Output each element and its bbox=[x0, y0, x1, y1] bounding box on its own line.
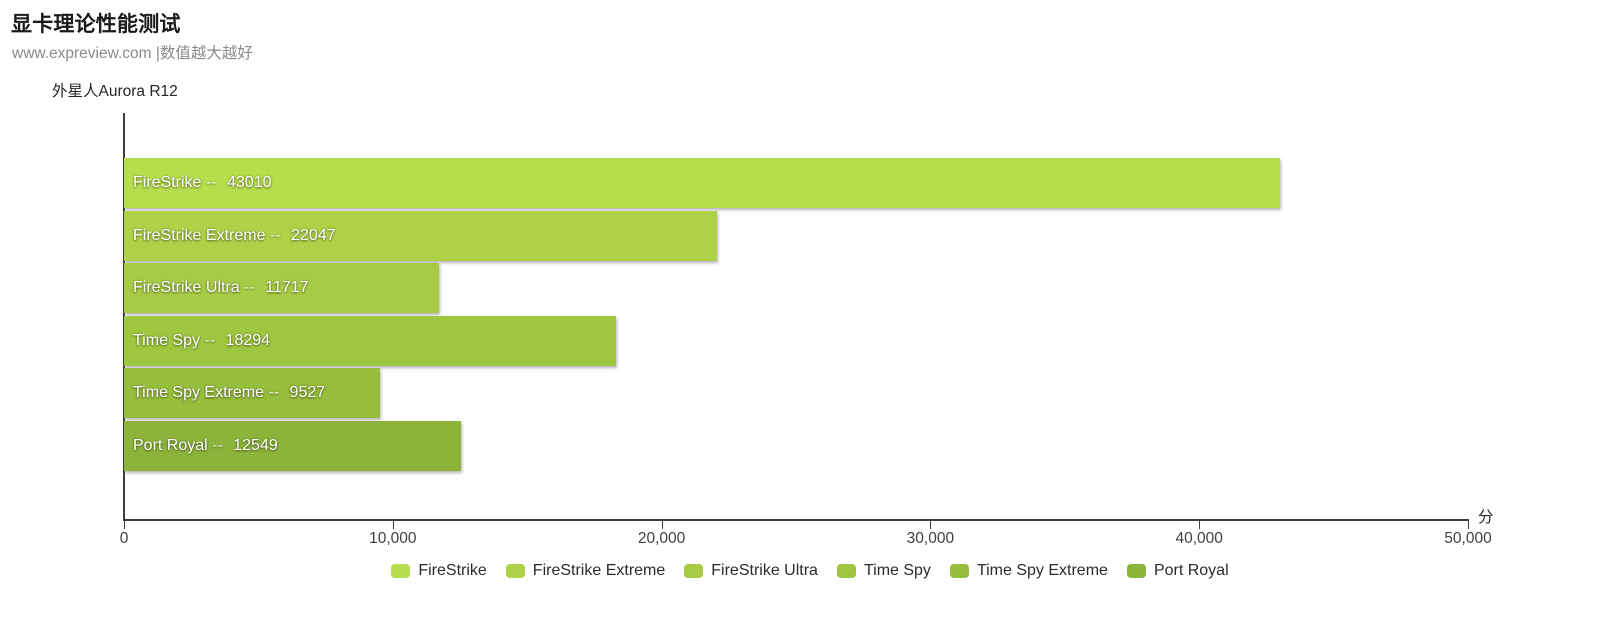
legend-swatch bbox=[1126, 564, 1146, 578]
bar-category-name: Port Royal bbox=[133, 436, 208, 454]
bar-row: Port Royal -- 12549 bbox=[124, 420, 462, 471]
bar-value: 11717 bbox=[265, 279, 309, 296]
bar-category-name: FireStrike Ultra bbox=[133, 279, 240, 296]
legend-swatch bbox=[391, 564, 411, 578]
legend-label: FireStrike Ultra bbox=[711, 562, 818, 579]
bar-category-name: Time Spy Extreme bbox=[133, 384, 264, 401]
bar-label-separator: -- bbox=[265, 226, 286, 244]
bar-label-separator: -- bbox=[207, 436, 228, 454]
x-axis-tick-label: 0 bbox=[119, 530, 129, 547]
bar-category-name: FireStrike bbox=[133, 174, 202, 191]
bar-label: FireStrike Ultra -- 11717 bbox=[133, 279, 309, 297]
x-axis-tick-label: 20,000 bbox=[637, 530, 686, 547]
legend-label: FireStrike Extreme bbox=[532, 562, 666, 579]
bar-label-separator: -- bbox=[201, 174, 221, 191]
bar-value: 43010 bbox=[227, 174, 272, 191]
bar[interactable]: Time Spy -- 18294 bbox=[124, 315, 616, 366]
plot-area: 0 10,000 20,000 30,000 40,000 50,000 FireStri… bbox=[0, 0, 1620, 634]
x-axis-tick bbox=[1199, 521, 1201, 529]
bar-row: Time Spy Extreme -- 9527 bbox=[124, 368, 381, 418]
x-axis-tick-label: 10,000 bbox=[369, 530, 417, 547]
bar-row: FireStrike Extreme -- 22047 bbox=[124, 210, 717, 261]
bar-label-separator: -- bbox=[264, 384, 284, 401]
bar-row: FireStrike Ultra -- 11717 bbox=[124, 263, 439, 313]
bar[interactable]: Port Royal -- 12549 bbox=[124, 420, 462, 471]
legend-item[interactable]: Port Royal bbox=[1126, 562, 1229, 580]
x-axis-tick bbox=[392, 521, 394, 529]
legend-item[interactable]: Time Spy bbox=[836, 562, 931, 580]
bar[interactable]: FireStrike -- 43010 bbox=[124, 158, 1281, 208]
legend-label: FireStrike bbox=[418, 562, 487, 579]
x-axis-tick bbox=[930, 521, 932, 529]
bar[interactable]: FireStrike Extreme -- 22047 bbox=[124, 210, 717, 261]
legend-item[interactable]: FireStrike bbox=[391, 562, 487, 580]
bar-value: 18294 bbox=[225, 331, 271, 349]
bar-label-separator: -- bbox=[239, 279, 260, 296]
x-axis-tick-label: 50,000 bbox=[1444, 530, 1492, 547]
bar-label-separator: -- bbox=[199, 331, 220, 349]
legend-item[interactable]: FireStrike Ultra bbox=[684, 562, 818, 580]
x-axis-tick-label: 40,000 bbox=[1175, 530, 1223, 547]
bar-value: 22047 bbox=[291, 226, 336, 244]
x-axis-unit-label: 分 bbox=[1478, 509, 1494, 526]
legend-item[interactable]: Time Spy Extreme bbox=[949, 562, 1108, 580]
x-axis-line bbox=[123, 519, 1469, 521]
legend-label: Time Spy bbox=[863, 562, 931, 579]
legend-swatch bbox=[684, 564, 704, 578]
legend-swatch bbox=[505, 564, 525, 578]
bar[interactable]: Time Spy Extreme -- 9527 bbox=[124, 368, 381, 418]
legend-item[interactable]: FireStrike Extreme bbox=[505, 562, 666, 580]
legend-label: Time Spy Extreme bbox=[976, 562, 1108, 579]
bar-row: Time Spy -- 18294 bbox=[124, 315, 616, 366]
bar-label: Port Royal -- 12549 bbox=[133, 437, 278, 455]
bar-label: Time Spy -- 18294 bbox=[133, 332, 270, 350]
chart-root: 显卡理论性能测试 www.expreview.com |数值越大越好 外星人Au… bbox=[0, 0, 1620, 634]
bar-label: FireStrike -- 43010 bbox=[133, 174, 272, 192]
bar-value: 9527 bbox=[289, 384, 326, 401]
chart-legend: FireStrike FireStrike Extreme FireStrike U… bbox=[0, 562, 1620, 580]
x-axis-tick bbox=[661, 521, 663, 529]
bar-category-name: FireStrike Extreme bbox=[133, 226, 266, 244]
legend-swatch bbox=[836, 564, 856, 578]
legend-label: Port Royal bbox=[1153, 562, 1229, 579]
bar-label: FireStrike Extreme -- 22047 bbox=[133, 227, 336, 245]
x-axis-tick bbox=[124, 521, 125, 529]
legend-swatch bbox=[949, 564, 969, 578]
x-axis-tick-label: 30,000 bbox=[906, 530, 955, 547]
x-axis-tick bbox=[1468, 521, 1469, 529]
bar-label: Time Spy Extreme -- 9527 bbox=[133, 384, 325, 402]
bar-category-name: Time Spy bbox=[133, 331, 200, 349]
bar-value: 12549 bbox=[233, 436, 278, 454]
bar-row: FireStrike -- 43010 bbox=[124, 158, 1281, 208]
bar[interactable]: FireStrike Ultra -- 11717 bbox=[124, 263, 439, 313]
